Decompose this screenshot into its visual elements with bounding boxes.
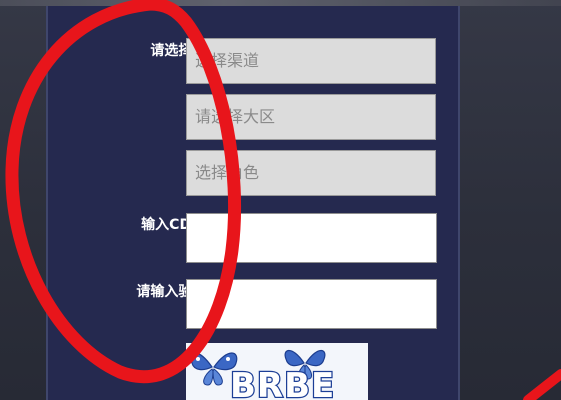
captcha-input[interactable]	[186, 279, 437, 329]
cdkey-input[interactable]	[186, 213, 437, 263]
role-select[interactable]: 选择角色	[186, 150, 436, 196]
captcha-text: BRBE	[230, 366, 335, 400]
captcha-image[interactable]: BRBE	[186, 343, 368, 400]
channel-select[interactable]: 选择渠道	[186, 38, 436, 84]
region-select[interactable]: 请选择大区	[186, 94, 436, 140]
page-background: 请选择大区: 输入CDKEY: 请输入验证码: 选择渠道 请选择大区 选择角色	[0, 0, 561, 400]
